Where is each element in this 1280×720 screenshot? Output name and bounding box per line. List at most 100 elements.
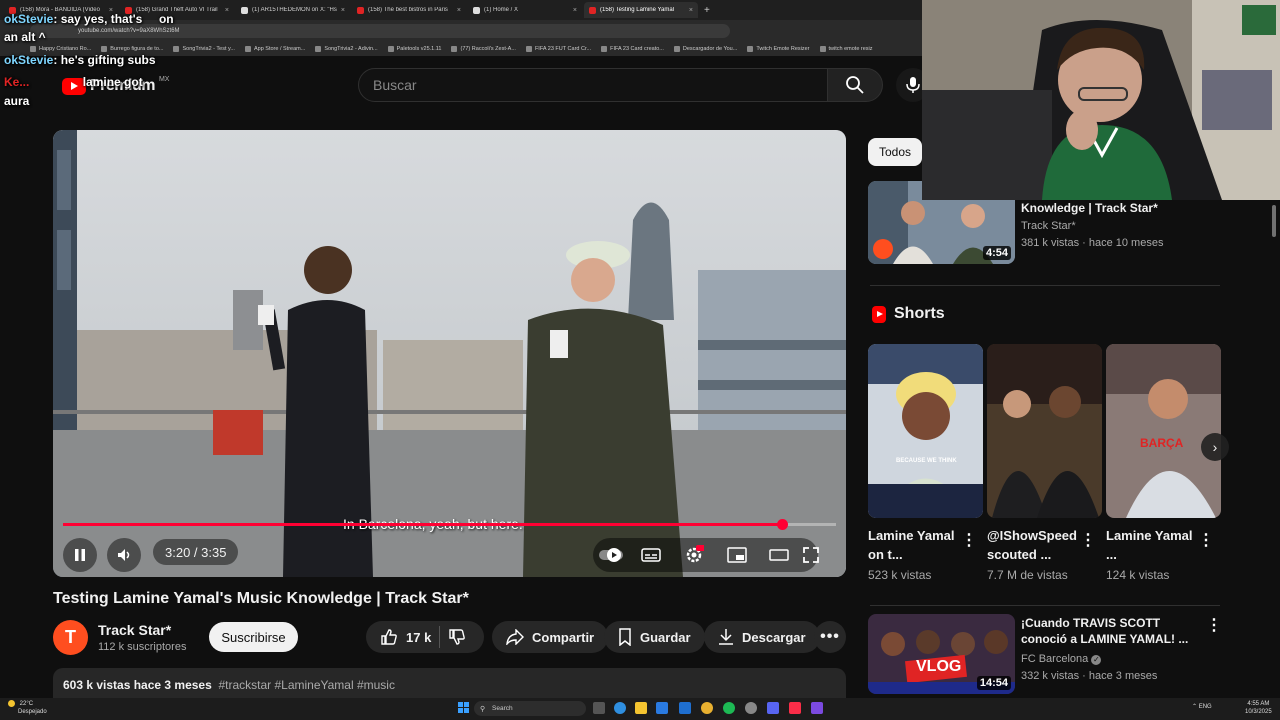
edge-browser-icon[interactable] (614, 702, 626, 714)
reco-channel-name: FC Barcelona (1021, 653, 1089, 665)
channel-avatar[interactable]: T (53, 620, 88, 655)
miniplayer-icon[interactable] (727, 547, 747, 563)
kebab-menu-icon[interactable]: ⋮ (1198, 530, 1214, 550)
new-tab-button[interactable]: + (704, 5, 710, 16)
download-button[interactable]: Descargar (704, 621, 820, 653)
bookmark-label: Burrego figura de to... (110, 46, 164, 52)
reco-title[interactable]: Knowledge | Track Star* (1021, 200, 1158, 216)
progress-scrubber[interactable] (776, 519, 788, 530)
theater-mode-icon[interactable] (769, 547, 789, 563)
file-explorer-icon[interactable] (635, 702, 647, 714)
reco-channel[interactable]: FC Barcelona ✓ (1021, 653, 1102, 665)
channel-name[interactable]: Track Star* (98, 622, 171, 638)
shorts-next-button[interactable]: › (1201, 433, 1229, 461)
bookmark-item[interactable]: App Store / Stream... (244, 46, 305, 52)
language-indicator: ENG (1198, 704, 1212, 710)
task-view-icon[interactable] (593, 702, 605, 714)
pause-icon (75, 549, 85, 561)
bookmark-favicon-icon (30, 46, 36, 52)
page-scrollbar[interactable] (1272, 205, 1276, 237)
system-clock[interactable]: 4:55 AM 10/3/2025 (1245, 700, 1272, 716)
short-thumbnail[interactable] (987, 344, 1102, 518)
share-button[interactable]: Compartir (492, 621, 609, 653)
close-icon[interactable]: × (341, 7, 345, 14)
browser-tab[interactable]: (158) The best bistros in Paris × (352, 2, 466, 18)
search-button[interactable] (827, 68, 883, 102)
autoplay-toggle-icon[interactable] (599, 547, 625, 563)
more-actions-button[interactable]: ••• (814, 621, 846, 653)
bookmark-item[interactable]: FIFA 23 FUT Card Cr... (525, 46, 592, 52)
progress-bar[interactable] (63, 519, 836, 530)
chat-text: : say yes, that's (53, 12, 143, 26)
browser-tab[interactable]: (1) Home / X × (468, 2, 582, 18)
search-input[interactable]: Buscar (358, 68, 828, 102)
short-title[interactable]: @IShowSpeed scouted ... (987, 526, 1079, 564)
bookmark-label: FIFA 23 FUT Card Cr... (534, 46, 592, 52)
search-icon (846, 76, 864, 94)
address-bar[interactable]: youtube.com/watch?v=9aX8WhSzt6M (30, 24, 730, 38)
volume-button[interactable] (107, 538, 141, 572)
bookmark-item[interactable]: Paletools v25.1.11 (387, 46, 441, 52)
bookmark-item[interactable]: Descargador de You... (673, 46, 738, 52)
fullscreen-button[interactable] (801, 538, 821, 572)
store-icon[interactable] (656, 702, 668, 714)
kebab-menu-icon[interactable]: ⋮ (1080, 530, 1096, 550)
short-title[interactable]: Lamine Yamal on t... (868, 526, 960, 564)
spotify-icon[interactable] (723, 702, 735, 714)
music-icon[interactable] (789, 702, 801, 714)
bookmark-item[interactable]: Happy Cristiano Ro... (30, 46, 91, 52)
system-tray[interactable]: ⌃ ENG (1192, 703, 1212, 710)
bookmark-item[interactable]: SongTrivia2 - Adivin... (315, 46, 378, 52)
short-title[interactable]: Lamine Yamal ... (1106, 526, 1198, 564)
bookmark-item[interactable]: (77) Raccoli's Zest-A... (451, 46, 516, 52)
bookmark-label: Twitch Emote Resizer (756, 46, 810, 52)
bookmark-item[interactable]: Burrego figura de to... (101, 46, 163, 52)
share-label: Compartir (532, 629, 595, 645)
filter-chip-todos[interactable]: Todos (868, 138, 923, 166)
save-button[interactable]: Guardar (604, 621, 705, 653)
weather-widget[interactable]: 22°C Despejado (8, 700, 47, 716)
shorts-label: Shorts (894, 305, 945, 322)
windows-start-icon[interactable] (458, 702, 469, 713)
bookmark-favicon-icon (747, 46, 754, 52)
close-icon[interactable]: × (457, 7, 461, 14)
taskbar-search[interactable]: ⚲ Search (474, 701, 586, 716)
bookmark-item[interactable]: SongTrivia2 - Test y... (173, 46, 235, 52)
video-player[interactable]: In Barcelona, yeah, but here. 3:20 / 3:3… (53, 130, 846, 577)
kebab-menu-icon[interactable]: ⋮ (961, 530, 977, 550)
kebab-menu-icon[interactable]: ⋮ (1206, 615, 1222, 635)
bookmark-item[interactable]: twitch emote resiz (819, 46, 873, 52)
chrome-icon[interactable] (701, 702, 713, 714)
discord-icon[interactable] (767, 702, 779, 714)
video-frame (53, 130, 846, 577)
bookmark-label: Descargador de You... (682, 46, 738, 52)
save-label: Guardar (640, 629, 691, 645)
subscribe-button[interactable]: Suscribirse (209, 622, 298, 652)
like-dislike-group: 17 k (366, 621, 484, 653)
settings-gear-icon[interactable] (684, 545, 704, 565)
description-box[interactable]: 603 k vistas hace 3 meses #trackstar #La… (53, 668, 846, 700)
browser-tab[interactable]: (1) AR15THEDEMON on X: "Hs × (236, 2, 350, 18)
outlook-icon[interactable] (679, 702, 691, 714)
obs-icon[interactable] (745, 702, 757, 714)
thumbs-up-icon[interactable] (380, 628, 398, 646)
subtitles-icon[interactable] (641, 547, 661, 563)
reco-title[interactable]: ¡Cuando TRAVIS SCOTT conoció a LAMINE YA… (1021, 615, 1196, 647)
bookmark-item[interactable]: Twitch Emote Resizer (747, 46, 810, 52)
close-icon[interactable]: × (225, 7, 229, 14)
reco-channel[interactable]: Track Star* (1021, 220, 1076, 232)
close-icon[interactable]: × (689, 7, 693, 14)
close-icon[interactable]: × (573, 7, 577, 14)
thumbs-down-icon[interactable] (448, 628, 466, 646)
chat-username: okStevie (4, 12, 54, 26)
hashtags[interactable]: #trackstar #LamineYamal #music (218, 678, 395, 692)
reco-thumbnail[interactable]: VLOG 14:54 (868, 614, 1015, 694)
app-icon[interactable] (811, 702, 823, 714)
bookmark-item[interactable]: FIFA 23 Card creato... (601, 46, 664, 52)
chevron-up-icon: ⌃ (1192, 704, 1198, 710)
short-thumbnail[interactable]: BECAUSE WE THINK (868, 344, 983, 518)
chat-username: Ke... (4, 75, 30, 89)
browser-tab[interactable]: (158) Testing Lamine Yamal × (584, 2, 698, 18)
short-thumbnail[interactable]: BARÇA (1106, 344, 1221, 518)
pause-button[interactable] (63, 538, 97, 572)
